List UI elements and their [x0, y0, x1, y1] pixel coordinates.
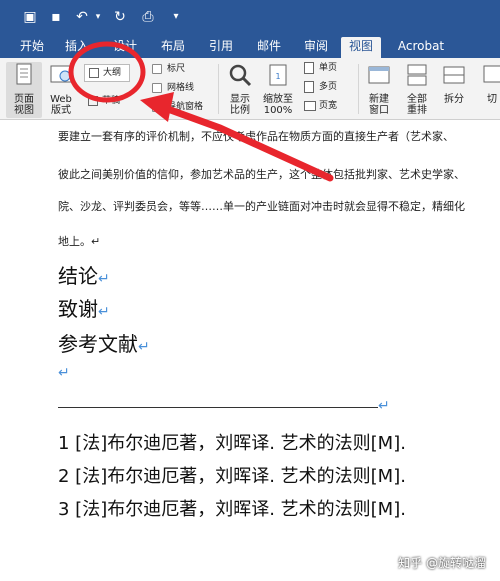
watermark: 知乎 @旋转哒溜 — [398, 556, 486, 570]
annotation-arrow-head — [140, 92, 174, 122]
annotation-arrow-shaft — [161, 104, 334, 182]
annotation-overlay — [68, 41, 334, 182]
annotation-circle — [68, 41, 146, 103]
